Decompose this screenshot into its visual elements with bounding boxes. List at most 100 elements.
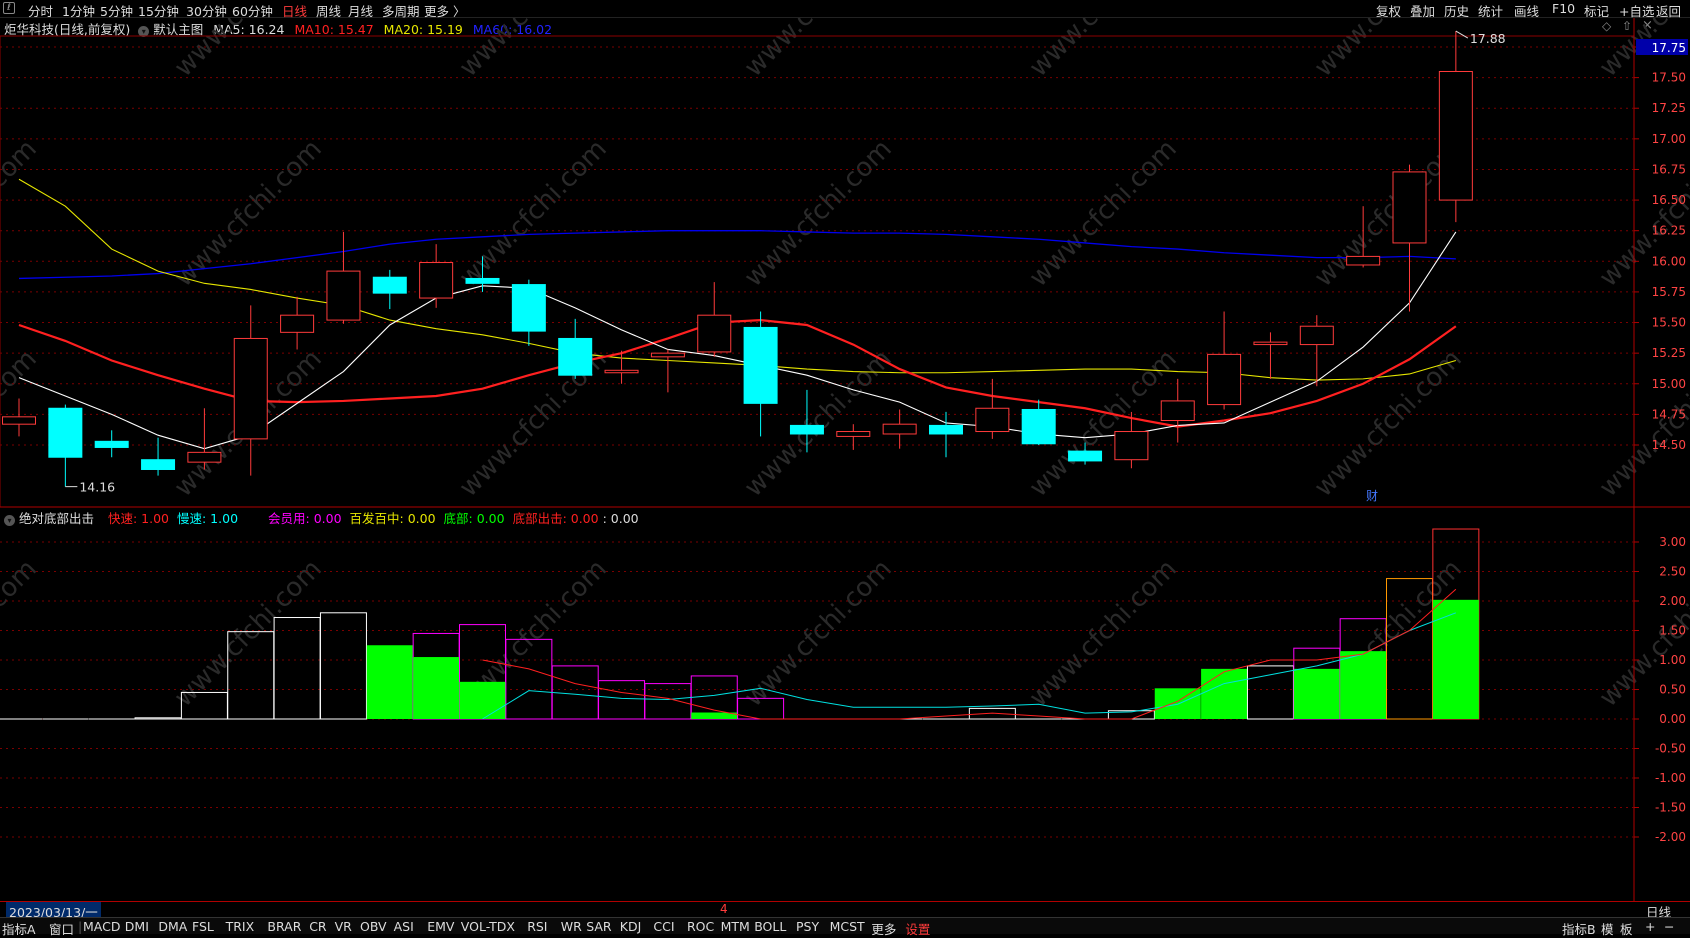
right-tab-2[interactable]: 板 (1620, 919, 1633, 938)
indicator-tab-15[interactable]: WR (561, 919, 582, 934)
candle-body (1207, 353, 1242, 406)
indicator-tick-label: 0.00 (1659, 712, 1686, 726)
indicator-tab-4[interactable]: DMA (158, 919, 187, 934)
candlestick (1207, 311, 1242, 410)
candle-body (233, 337, 268, 440)
indicator-tab-2[interactable]: MACD (83, 919, 120, 934)
candle-body (2, 416, 36, 425)
indicator-tab-7[interactable]: BRAR (267, 919, 301, 934)
indicator-tab-11[interactable]: ASI (394, 919, 414, 934)
window-icon[interactable]: ℓ (3, 2, 15, 14)
candle-body (1299, 325, 1334, 346)
candlestick (326, 231, 361, 324)
candlestick (975, 378, 1010, 439)
price-tick-label: 17.25 (1652, 101, 1686, 115)
indicator-tab-20[interactable]: MTM (721, 919, 750, 934)
indicator-tab-3[interactable]: DMI (125, 919, 149, 934)
candle-body (141, 459, 176, 470)
watermark-text: www.cfchi.com (169, 134, 328, 293)
watermark-text: www.cfchi.com (454, 134, 613, 293)
candlestick (419, 244, 454, 308)
indicator-tab-bar: 指标A 窗口 | MACD DMI DMA FSL TRIX BRAR CR VR OBV ASI EMV… (0, 917, 1690, 937)
indicator-tab-9[interactable]: VR (335, 919, 352, 934)
indicator-tab-10[interactable]: OBV (360, 919, 387, 934)
indicator-tick-label: -1.00 (1655, 771, 1686, 785)
candlestick (48, 404, 83, 487)
current-price-label: 17.75 (1652, 41, 1686, 55)
candlestick (372, 269, 407, 310)
candlestick (929, 411, 963, 458)
candlestick (697, 282, 732, 357)
indicator-bar-fill (459, 681, 506, 719)
candlestick (558, 318, 593, 379)
watermark-text: www.cfchi.com (1024, 134, 1183, 293)
candlestick (2, 398, 36, 437)
watermark-text: www.cfchi.com (1309, 344, 1468, 503)
indicator-tab-8[interactable]: CR (309, 919, 326, 934)
indicator-bar (644, 683, 692, 720)
candlestick (1438, 31, 1473, 223)
candle-body (465, 277, 500, 284)
price-tick-label: 15.00 (1652, 377, 1686, 391)
price-tick-label: 14.75 (1652, 407, 1686, 421)
candle-body (1438, 70, 1473, 201)
indicator-tab-24[interactable]: 更多 (871, 919, 896, 938)
indicator-tab-0[interactable]: 指标A (2, 919, 36, 938)
candle-body (650, 352, 685, 358)
right-tab-3[interactable]: + (1645, 919, 1655, 934)
candlestick (1392, 164, 1427, 312)
indicator-tab-1[interactable]: 窗口 (49, 919, 74, 938)
price-tick-label: 16.75 (1652, 162, 1686, 176)
indicator-bar (134, 717, 182, 720)
low-price-label: 14.16 (79, 480, 115, 495)
candlestick (743, 311, 778, 437)
indicator-tab-13[interactable]: VOL-TDX (461, 919, 515, 934)
indicator-tab-25[interactable]: 设置 (905, 919, 930, 938)
candle-body (1392, 171, 1427, 244)
high-price-label: 17.88 (1470, 31, 1506, 46)
indicator-bar (273, 617, 321, 720)
indicator-bar (1201, 668, 1248, 719)
indicator-tab-22[interactable]: PSY (796, 919, 819, 934)
candlestick (1253, 332, 1288, 379)
indicator-tab-17[interactable]: KDJ (620, 919, 642, 934)
candlestick (511, 279, 546, 346)
indicator-tab-5[interactable]: FSL (192, 919, 214, 934)
indicator-tick-label: 2.50 (1659, 565, 1686, 579)
candlestick (1160, 378, 1195, 443)
candle-body (1021, 408, 1056, 445)
indicator-tick-label: 1.50 (1659, 624, 1686, 638)
indicator-tab-6[interactable]: TRIX (226, 919, 255, 934)
watermark-text: www.cfchi.com (0, 134, 43, 293)
candle-body (1114, 431, 1149, 461)
price-tick-label: 16.50 (1652, 193, 1686, 207)
candlestick (650, 349, 685, 393)
indicator-tab-21[interactable]: BOLL (754, 919, 786, 934)
candlestick (882, 409, 917, 449)
chart-canvas[interactable]: www.cfchi.com www.cfchi.com www.cfchi.com w… (0, 18, 1690, 901)
toolbar-button-5[interactable]: F10 (1552, 1, 1575, 16)
candle-body (929, 424, 963, 435)
candle-body (789, 424, 824, 435)
candle-body (48, 407, 83, 458)
indicator-bar-fill (1432, 599, 1479, 719)
indicator-tick-label: 3.00 (1659, 535, 1686, 549)
indicator-tick-label: -2.00 (1655, 830, 1686, 844)
indicator-tab-23[interactable]: MCST (830, 919, 865, 934)
indicator-tab-14[interactable]: RSI (527, 919, 547, 934)
candlestick (1021, 399, 1056, 445)
right-tab-1[interactable]: 模 (1601, 919, 1614, 938)
indicator-tab-16[interactable]: SAR (586, 919, 611, 934)
candle-body (326, 270, 361, 321)
indicator-tab-12[interactable]: EMV (427, 919, 454, 934)
candlestick (280, 296, 315, 350)
candle-body (836, 431, 871, 437)
indicator-bar-fill (413, 657, 460, 719)
right-tab-0[interactable]: 指标B (1562, 919, 1596, 938)
right-tab-4[interactable]: − (1664, 919, 1674, 934)
candle-body (558, 337, 593, 376)
indicator-tab-18[interactable]: CCI (653, 919, 674, 934)
indicator-tab-19[interactable]: ROC (687, 919, 714, 934)
candlestick (94, 430, 129, 458)
indicator-bar (551, 665, 599, 720)
